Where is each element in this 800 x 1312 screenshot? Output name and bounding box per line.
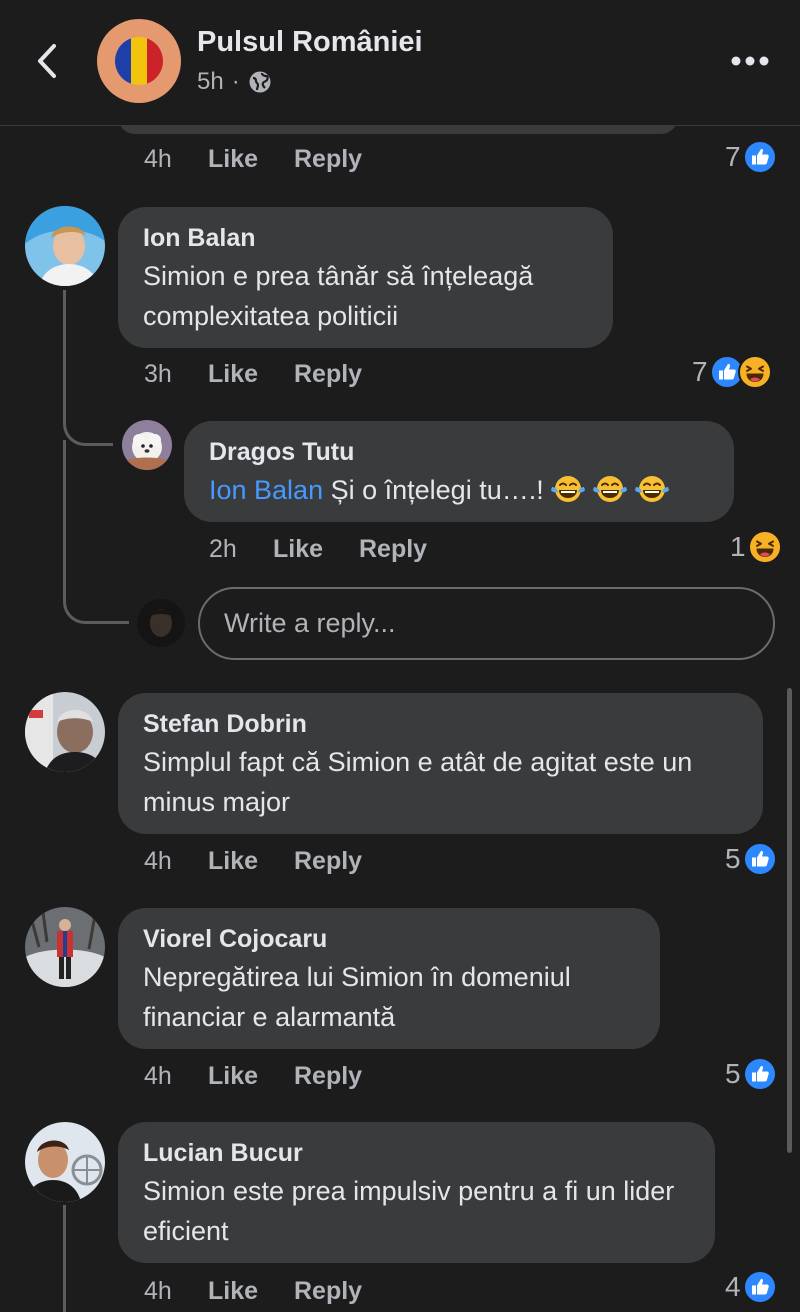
reaction-count: 7 xyxy=(692,356,708,387)
comment-actions: 4h Like Reply xyxy=(144,1062,362,1091)
page-name[interactable]: Pulsul României xyxy=(197,26,423,59)
globe-icon xyxy=(249,71,271,93)
comment-text: Simion e prea tânăr să înțeleagă complex… xyxy=(143,261,534,331)
previous-comment-actions: 4h Like Reply xyxy=(144,145,362,174)
profile-photo xyxy=(25,692,105,772)
profile-photo xyxy=(25,907,105,987)
meta-separator: · xyxy=(231,68,240,95)
reaction-count: 5 xyxy=(725,843,741,874)
comment-bubble[interactable]: Viorel Cojocaru Nepregătirea lui Simion … xyxy=(118,908,660,1049)
reaction-summary[interactable]: 5 xyxy=(725,1057,777,1091)
like-reaction-icon xyxy=(743,1270,777,1304)
comment-time[interactable]: 4h xyxy=(144,145,208,174)
reply-text: Ion Balan Și o înțelegi tu….! xyxy=(209,470,710,510)
reply-body: Și o înțelegi tu….! xyxy=(330,475,544,505)
ellipsis-icon[interactable] xyxy=(728,48,772,74)
comment-author[interactable]: Lucian Bucur xyxy=(143,1138,691,1168)
comment-text: Nepregătirea lui Simion în domeniul fina… xyxy=(143,962,571,1032)
reaction-count: 4 xyxy=(725,1271,741,1302)
avatar[interactable] xyxy=(25,692,105,772)
comment-time[interactable]: 4h xyxy=(144,1062,208,1091)
reply-button[interactable]: Reply xyxy=(294,1277,362,1306)
profile-photo xyxy=(25,206,105,286)
thread-connector xyxy=(63,400,113,446)
laughing-tears-emoji-icon xyxy=(550,474,586,504)
thread-line xyxy=(63,440,66,600)
comment-bubble[interactable]: Ion Balan Simion e prea tânăr să înțelea… xyxy=(118,207,613,348)
like-button[interactable]: Like xyxy=(208,1277,294,1306)
reply-button[interactable]: Reply xyxy=(294,360,362,389)
like-button[interactable]: Like xyxy=(208,847,294,876)
haha-reaction-icon xyxy=(748,530,782,564)
comment-time[interactable]: 4h xyxy=(144,847,208,876)
comment-actions: 4h Like Reply xyxy=(144,1277,362,1306)
avatar[interactable] xyxy=(122,420,172,470)
reply-button[interactable]: Reply xyxy=(294,145,362,174)
page-avatar[interactable] xyxy=(97,19,181,103)
comment-author[interactable]: Stefan Dobrin xyxy=(143,709,739,739)
reaction-summary[interactable]: 4 xyxy=(725,1270,777,1304)
avatar[interactable] xyxy=(25,1122,105,1202)
avatar[interactable] xyxy=(25,206,105,286)
comment-actions: 3h Like Reply xyxy=(144,360,362,389)
comment-text: Simion este prea impulsiv pentru a fi un… xyxy=(143,1176,675,1246)
mention-link[interactable]: Ion Balan xyxy=(209,475,323,505)
like-reaction-icon xyxy=(743,1057,777,1091)
reply-time[interactable]: 2h xyxy=(209,535,273,564)
thread-line xyxy=(63,1205,66,1312)
comment-actions: 4h Like Reply xyxy=(144,847,362,876)
thread-line xyxy=(63,290,66,405)
reply-button[interactable]: Reply xyxy=(294,847,362,876)
like-reaction-icon xyxy=(743,140,777,174)
laughing-tears-emoji-icon xyxy=(634,474,670,504)
comment-text: Simplul fapt că Simion e atât de agitat … xyxy=(143,747,693,817)
reply-author[interactable]: Dragos Tutu xyxy=(209,437,710,467)
like-reaction-icon xyxy=(743,842,777,876)
comment-author[interactable]: Viorel Cojocaru xyxy=(143,924,636,954)
comment-bubble[interactable]: Lucian Bucur Simion este prea impulsiv p… xyxy=(118,1122,715,1263)
reaction-count: 7 xyxy=(725,141,741,172)
reply-input[interactable]: Write a reply... xyxy=(198,587,775,660)
reply-button[interactable]: Reply xyxy=(294,1062,362,1091)
current-user-avatar xyxy=(137,599,185,647)
comment-time[interactable]: 4h xyxy=(144,1277,208,1306)
comment-author[interactable]: Ion Balan xyxy=(143,223,589,253)
like-button[interactable]: Like xyxy=(208,360,294,389)
profile-photo xyxy=(25,1122,105,1202)
comment-bubble[interactable]: Stefan Dobrin Simplul fapt că Simion e a… xyxy=(118,693,763,834)
reaction-summary[interactable]: 7 xyxy=(692,355,772,389)
post-time[interactable]: 5h xyxy=(197,68,224,96)
avatar[interactable] xyxy=(25,907,105,987)
reaction-summary[interactable]: 1 xyxy=(730,530,782,564)
reaction-summary[interactable]: 5 xyxy=(725,842,777,876)
chevron-left-icon[interactable] xyxy=(30,38,66,84)
reply-button[interactable]: Reply xyxy=(359,535,427,564)
reply-bubble[interactable]: Dragos Tutu Ion Balan Și o înțelegi tu….… xyxy=(184,421,734,522)
laughing-tears-emoji-icon xyxy=(592,474,628,504)
thread-connector xyxy=(63,580,129,624)
profile-photo xyxy=(137,599,185,647)
like-button[interactable]: Like xyxy=(208,1062,294,1091)
haha-reaction-icon xyxy=(738,355,772,389)
reply-input-placeholder: Write a reply... xyxy=(224,608,396,638)
reply-actions: 2h Like Reply xyxy=(209,535,427,564)
profile-photo xyxy=(122,420,172,470)
reaction-count: 5 xyxy=(725,1058,741,1089)
post-meta: 5h · xyxy=(197,68,272,96)
romanian-flag-icon xyxy=(115,37,163,85)
like-button[interactable]: Like xyxy=(208,145,294,174)
comment-time[interactable]: 3h xyxy=(144,360,208,389)
reaction-summary[interactable]: 7 xyxy=(725,140,777,174)
reaction-count: 1 xyxy=(730,531,746,562)
scrollbar[interactable] xyxy=(787,688,792,1153)
like-button[interactable]: Like xyxy=(273,535,359,564)
post-header: Pulsul României 5h · xyxy=(0,0,800,126)
